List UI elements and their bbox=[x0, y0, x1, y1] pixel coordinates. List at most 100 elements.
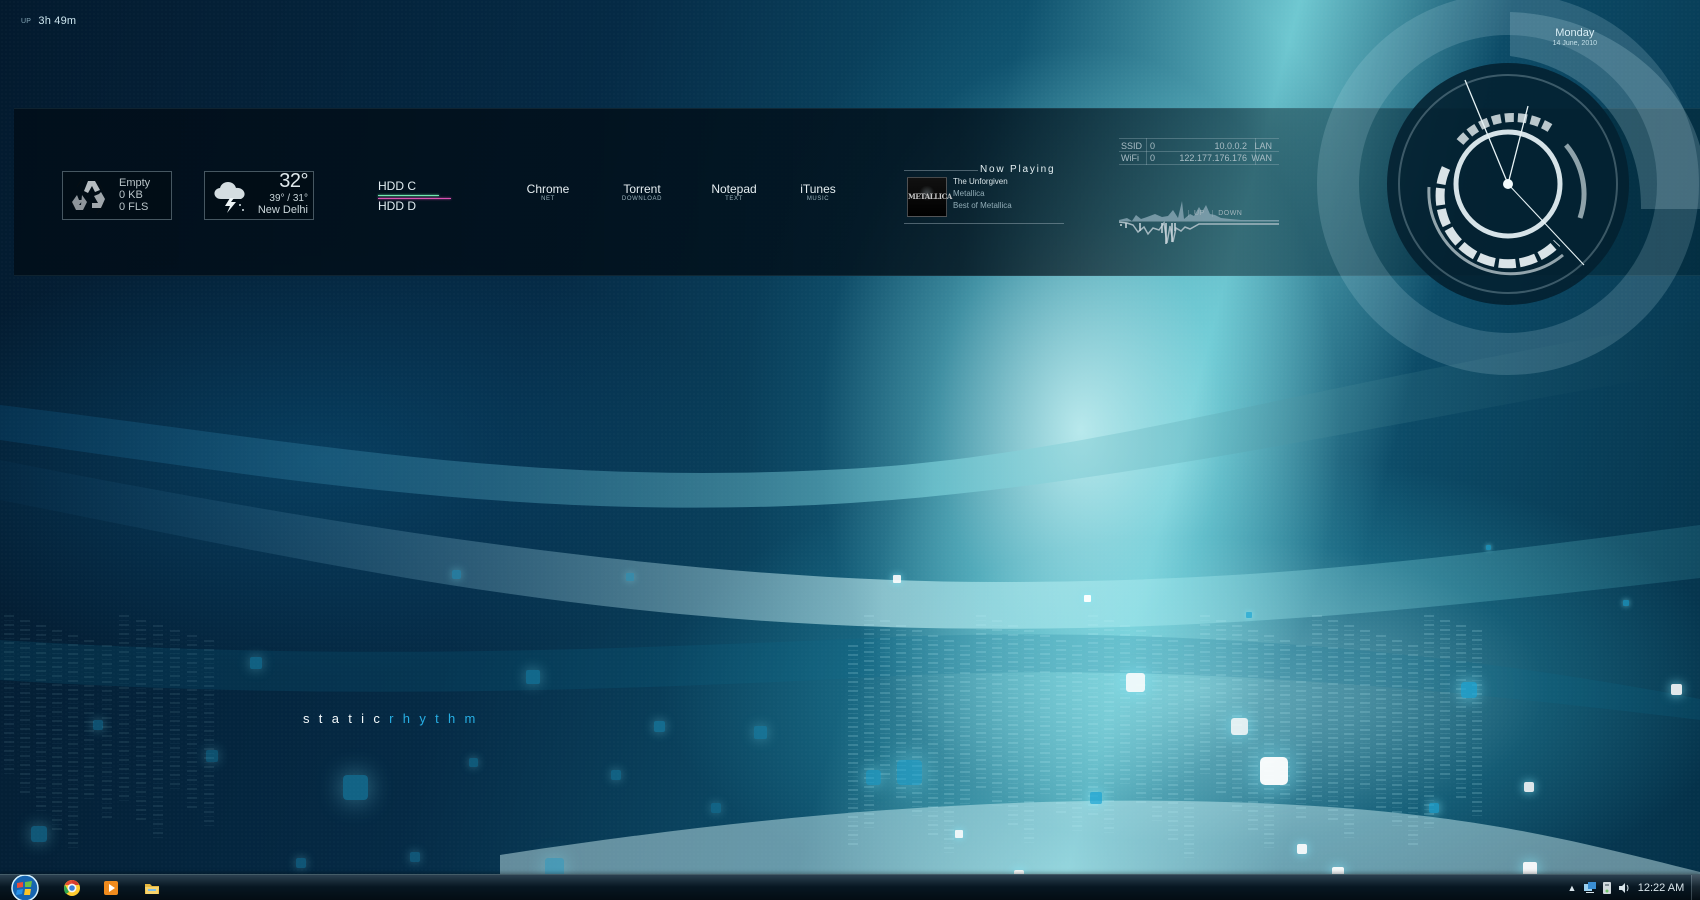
launcher-chrome[interactable]: Chrome NET bbox=[520, 183, 576, 204]
launcher-itunes[interactable]: iTunes MUSIC bbox=[796, 183, 840, 204]
light-square-particle bbox=[897, 760, 922, 785]
background-code-column bbox=[1376, 635, 1386, 809]
background-code-column bbox=[1152, 635, 1162, 823]
background-code-column bbox=[1072, 645, 1082, 833]
light-square-particle bbox=[1260, 757, 1288, 785]
network-row-lan: SSID 0 10.0.0.2 LAN bbox=[1119, 141, 1279, 152]
recycle-bin-size: 0 KB bbox=[119, 189, 143, 201]
start-button[interactable] bbox=[3, 875, 43, 900]
folder-icon[interactable] bbox=[143, 879, 161, 897]
background-code-column bbox=[976, 615, 986, 789]
light-square-particle bbox=[611, 770, 621, 780]
now-playing-widget[interactable]: Now Playing METALLICA The Unforgiven Met… bbox=[904, 164, 1064, 224]
background-code-column bbox=[1120, 625, 1130, 785]
launcher-torrent[interactable]: Torrent DOWNLOAD bbox=[613, 183, 671, 204]
light-square-particle bbox=[526, 670, 540, 684]
lan-ip: 10.0.0.2 bbox=[1214, 141, 1247, 151]
background-code-column bbox=[912, 630, 922, 818]
wifi-count: 0 bbox=[1150, 153, 1156, 163]
light-square-particle bbox=[93, 720, 103, 730]
network-legend: UP DOWN bbox=[1183, 210, 1242, 217]
media-player-icon[interactable] bbox=[102, 879, 120, 897]
chrome-icon[interactable] bbox=[63, 879, 81, 897]
show-hidden-icons-button[interactable]: ▲ bbox=[1565, 881, 1579, 895]
light-square-particle bbox=[296, 858, 306, 868]
background-code-column bbox=[1200, 615, 1210, 775]
light-square-particle bbox=[343, 775, 368, 800]
background-code-column bbox=[1472, 630, 1482, 818]
background-code-column bbox=[1248, 630, 1258, 832]
launcher-torrent-title: Torrent bbox=[623, 182, 661, 196]
windows-start-icon bbox=[11, 875, 39, 900]
taskbar-clock[interactable]: 12:22 AM bbox=[1629, 882, 1693, 894]
track-details: The Unforgiven Metallica Best of Metalli… bbox=[953, 176, 1063, 212]
background-code-column bbox=[153, 625, 163, 841]
network-widget: SSID 0 10.0.0.2 LAN WiFi 0 122.177.176.1… bbox=[1119, 138, 1279, 255]
network-icon[interactable] bbox=[1583, 881, 1597, 895]
background-code-column bbox=[1232, 625, 1242, 813]
background-code-column bbox=[1184, 645, 1194, 861]
recycle-bin-widget[interactable]: Empty 0 KB 0 FLS bbox=[62, 171, 172, 220]
light-square-particle bbox=[1524, 782, 1534, 792]
wan-ip: 122.177.176.176 bbox=[1179, 153, 1247, 163]
hdd-d-label[interactable]: HDD D bbox=[378, 199, 450, 214]
launcher-torrent-subtitle: DOWNLOAD bbox=[621, 196, 663, 202]
wallpaper-title-static: static bbox=[303, 711, 390, 726]
background-code-column bbox=[864, 615, 874, 831]
background-code-column bbox=[1344, 625, 1354, 841]
desktop-wallpaper: UP 3h 49m Monday 14 June, 2010 Empty 0 K… bbox=[0, 0, 1700, 900]
light-square-particle bbox=[1246, 612, 1252, 618]
uptime-widget: UP 3h 49m bbox=[21, 15, 76, 27]
now-playing-heading: Now Playing bbox=[980, 164, 1056, 175]
launcher-notepad[interactable]: Notepad TEXT bbox=[704, 183, 764, 204]
album-art[interactable]: METALLICA bbox=[907, 177, 952, 217]
background-code-column bbox=[1456, 625, 1466, 799]
light-square-particle bbox=[893, 575, 901, 583]
thunderstorm-cloud-icon bbox=[214, 182, 245, 213]
background-code-column bbox=[1264, 635, 1274, 851]
show-desktop-button[interactable] bbox=[1691, 875, 1700, 900]
recycle-bin-details: Empty 0 KB 0 FLS bbox=[119, 177, 150, 213]
removable-disk-icon[interactable] bbox=[1600, 881, 1614, 895]
background-code-column bbox=[52, 630, 62, 832]
network-down-label: DOWN bbox=[1212, 210, 1242, 217]
light-square-particle bbox=[654, 721, 665, 732]
light-square-particle bbox=[1671, 684, 1682, 695]
background-code-column bbox=[1056, 640, 1066, 814]
background-code-column bbox=[1104, 620, 1114, 836]
light-square-particle bbox=[250, 657, 262, 669]
light-square-particle bbox=[1623, 600, 1629, 606]
track-title: The Unforgiven bbox=[953, 177, 1008, 186]
light-square-particle bbox=[1090, 792, 1102, 804]
background-code-column bbox=[187, 635, 197, 809]
download-graph bbox=[1119, 221, 1279, 244]
background-code-column bbox=[1360, 630, 1370, 790]
light-square-particle bbox=[711, 803, 721, 813]
background-code-column bbox=[1312, 615, 1322, 803]
light-square-particle bbox=[1084, 595, 1091, 602]
light-square-particle bbox=[866, 770, 881, 785]
network-graph-rule bbox=[1119, 221, 1279, 222]
circular-clock-widget bbox=[1317, 0, 1700, 375]
background-code-column bbox=[102, 645, 112, 819]
background-code-column bbox=[1024, 630, 1034, 846]
background-code-column bbox=[880, 620, 890, 780]
light-square-particle bbox=[1231, 718, 1248, 735]
background-code-column bbox=[1040, 635, 1050, 795]
light-square-particle bbox=[1429, 803, 1439, 813]
background-code-column bbox=[944, 640, 954, 856]
launcher-chrome-title: Chrome bbox=[526, 182, 570, 196]
background-code-column bbox=[84, 640, 94, 800]
background-code-column bbox=[1008, 625, 1018, 827]
hdd-c-label[interactable]: HDD C bbox=[378, 179, 450, 194]
background-code-column bbox=[170, 630, 180, 790]
background-code-column bbox=[1280, 640, 1290, 800]
taskbar: ▲ 12:22 AM bbox=[0, 874, 1700, 900]
ssid-label: SSID bbox=[1121, 141, 1143, 151]
launcher-notepad-title: Notepad bbox=[711, 182, 757, 196]
wan-label: WAN bbox=[1251, 153, 1272, 163]
wallpaper-title: staticrhythm bbox=[303, 711, 485, 726]
recycle-bin-files: 0 FLS bbox=[119, 201, 149, 213]
background-code-column bbox=[1424, 615, 1434, 831]
recycle-bin-icon bbox=[70, 178, 107, 215]
